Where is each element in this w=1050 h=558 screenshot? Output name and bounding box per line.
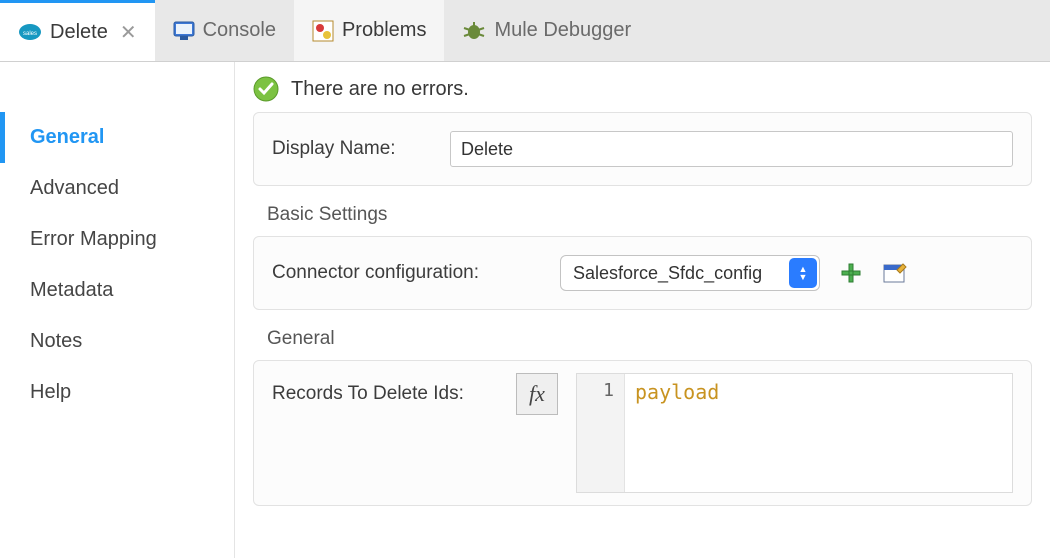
sidebar-item-advanced[interactable]: Advanced [0, 163, 234, 214]
sidebar-item-help[interactable]: Help [0, 367, 234, 418]
expression-editor[interactable]: 1 payload [576, 373, 1013, 493]
display-name-panel: Display Name: [253, 112, 1032, 186]
fx-expression-button[interactable]: fx [516, 373, 558, 415]
sidebar-item-error-mapping[interactable]: Error Mapping [0, 214, 234, 265]
status-message: There are no errors. [291, 78, 469, 101]
salesforce-icon: sales [18, 23, 42, 41]
tab-mule-debugger[interactable]: Mule Debugger [444, 0, 649, 61]
sidebar-item-label: Advanced [30, 177, 119, 199]
sidebar-item-label: General [30, 126, 104, 148]
tab-console[interactable]: Console [155, 0, 294, 61]
sidebar-item-label: Notes [30, 330, 82, 352]
properties-main: There are no errors. Display Name: Basic… [235, 62, 1050, 558]
properties-sidebar: General Advanced Error Mapping Metadata … [0, 62, 235, 558]
sidebar-item-metadata[interactable]: Metadata [0, 265, 234, 316]
success-icon [253, 76, 279, 102]
basic-settings-panel: Connector configuration: Salesforce_Sfdc… [253, 236, 1032, 310]
bug-icon [462, 20, 486, 42]
records-to-delete-label: Records To Delete Ids: [272, 383, 502, 405]
tab-label: Delete [50, 21, 108, 44]
sidebar-item-label: Error Mapping [30, 228, 157, 250]
problems-icon [312, 20, 334, 42]
display-name-label: Display Name: [272, 138, 432, 160]
general-panel: Records To Delete Ids: fx 1 payload [253, 360, 1032, 506]
tab-delete[interactable]: sales Delete ✕ [0, 0, 155, 61]
code-gutter: 1 [577, 374, 625, 492]
general-section-title: General [267, 328, 1032, 350]
connector-config-select[interactable]: Salesforce_Sfdc_config ▲▼ [560, 255, 820, 291]
close-icon[interactable]: ✕ [116, 20, 137, 45]
editor-tabbar: sales Delete ✕ Console Problems Mule Deb… [0, 0, 1050, 62]
add-config-button[interactable] [838, 260, 864, 286]
display-name-input[interactable] [450, 131, 1013, 167]
sidebar-item-general[interactable]: General [0, 112, 234, 163]
tab-label: Problems [342, 19, 426, 42]
sidebar-item-label: Help [30, 381, 71, 403]
tab-problems[interactable]: Problems [294, 0, 444, 61]
select-arrows-icon: ▲▼ [789, 258, 817, 288]
connector-config-label: Connector configuration: [272, 262, 542, 284]
line-number: 1 [603, 380, 614, 401]
sidebar-item-label: Metadata [30, 279, 113, 301]
code-content[interactable]: payload [625, 374, 1012, 492]
tab-label: Mule Debugger [494, 19, 631, 42]
status-row: There are no errors. [253, 76, 1032, 102]
sidebar-item-notes[interactable]: Notes [0, 316, 234, 367]
fx-label: fx [529, 381, 545, 407]
basic-settings-title: Basic Settings [267, 204, 1032, 226]
console-icon [173, 21, 195, 41]
edit-config-button[interactable] [882, 260, 908, 286]
select-value: Salesforce_Sfdc_config [573, 263, 762, 284]
svg-text:sales: sales [23, 31, 37, 37]
tab-label: Console [203, 19, 276, 42]
